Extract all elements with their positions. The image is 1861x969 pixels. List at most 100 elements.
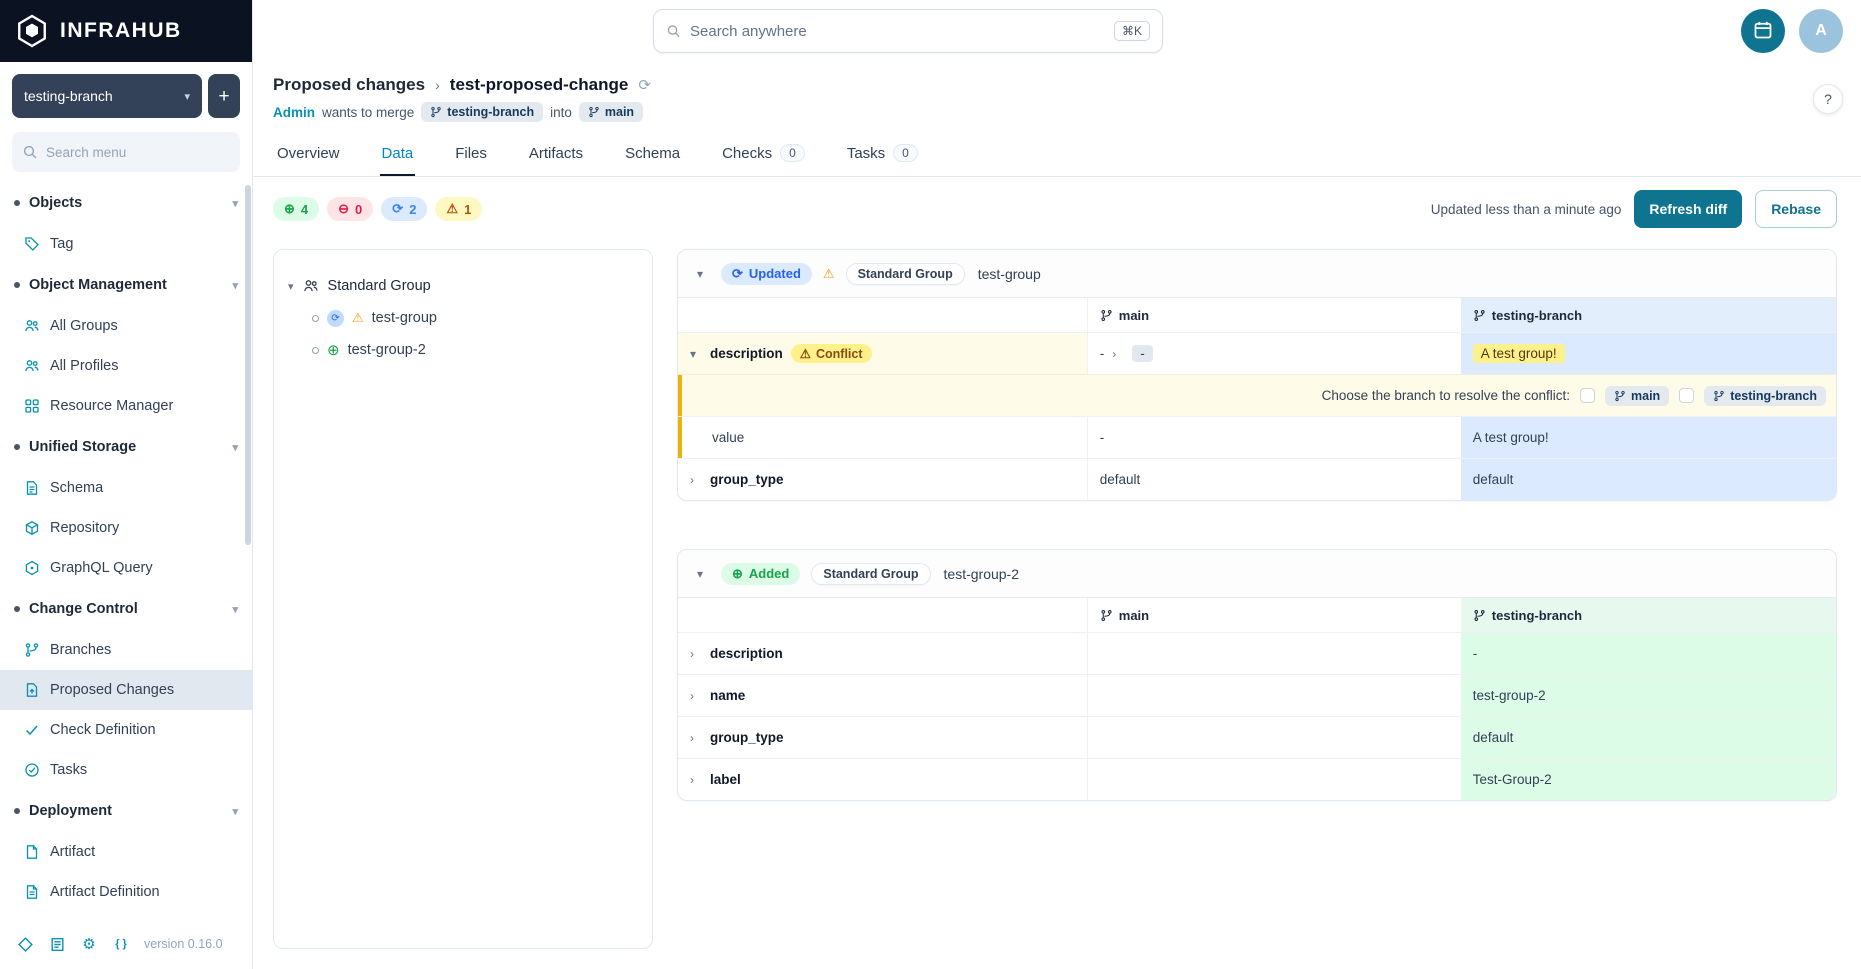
sidebar-item-all-groups[interactable]: All Groups [0,306,252,346]
diff-row-description[interactable]: › description - [678,632,1836,674]
property-cell: › name [678,675,1087,716]
sidebar-item-all-profiles[interactable]: All Profiles [0,346,252,386]
property-column-header [678,598,1087,632]
property-cell: value [678,417,1087,458]
diff-row-description[interactable]: ▾ description ⚠Conflict - › - A test gro… [678,332,1836,374]
author-link[interactable]: Admin [273,105,315,120]
tree-node-standard-group[interactable]: ▾ Standard Group [288,270,638,302]
avatar[interactable]: A [1799,9,1843,53]
branch-icon [1100,309,1113,322]
resolve-main-checkbox[interactable] [1580,388,1595,403]
tab-bar: Overview Data Files Artifacts Schema Che… [253,134,1861,177]
menu-search [12,132,240,172]
section-deployment[interactable]: Deployment ▾ [0,790,252,832]
brand-name: INFRAHUB [60,19,182,43]
updated-count: 2 [409,202,416,217]
sidebar-item-resource-manager[interactable]: Resource Manager [0,386,252,426]
sidebar-item-repository[interactable]: Repository [0,508,252,548]
tree-item-label: test-group-2 [348,342,426,358]
sidebar-item-schema[interactable]: Schema [0,468,252,508]
section-label: Unified Storage [29,439,136,455]
resolve-main-badge[interactable]: main [1605,386,1669,406]
help-button[interactable]: ? [1813,84,1843,114]
refresh-proposed-change-icon[interactable]: ⟳ [638,76,651,94]
add-branch-button[interactable]: + [208,74,240,118]
resource-manager-icon [24,398,40,414]
branch-icon [1473,609,1486,622]
tree-node-test-group[interactable]: ⟳ ⚠ test-group [312,302,638,334]
sidebar-item-branches[interactable]: Branches [0,630,252,670]
tree-node-test-group-2[interactable]: ⊕ test-group-2 [312,334,638,366]
section-object-management[interactable]: Object Management ▾ [0,264,252,306]
chevron-right-icon: › [690,647,702,661]
sidebar-item-check-definition[interactable]: Check Definition [0,710,252,750]
branch-selector[interactable]: testing-branch ▾ [12,74,202,118]
section-objects[interactable]: Objects ▾ [0,182,252,224]
sidebar-scrollbar[interactable] [245,185,251,545]
removed-count: 0 [355,202,362,217]
swagger-gear-icon[interactable]: ⚙ [80,935,98,953]
tab-label: Schema [625,145,680,162]
graphql-sandbox-icon[interactable]: { } [112,935,130,953]
diff-row-label[interactable]: › label Test-Group-2 [678,758,1836,800]
resolve-branch-checkbox[interactable] [1679,388,1694,403]
main-value-cell: - [1087,417,1461,458]
sidebar-item-artifact-definition[interactable]: Artifact Definition [0,872,252,912]
tab-tasks[interactable]: Tasks0 [845,134,920,176]
search-icon [22,144,38,160]
tab-schema[interactable]: Schema [623,134,682,176]
branch-value: default [1473,730,1514,745]
warning-icon: ⚠ [800,346,811,361]
api-explorer-icon[interactable] [16,935,34,953]
added-status-icon: ⊕ [327,341,340,359]
sidebar-item-graphql-query[interactable]: GraphQL Query [0,548,252,588]
main-value: - [1100,430,1105,445]
section-unified-storage[interactable]: Unified Storage ▾ [0,426,252,468]
tab-data[interactable]: Data [380,134,416,176]
branch-value: default [1473,472,1514,487]
diff-row-name[interactable]: › name test-group-2 [678,674,1836,716]
global-search-input[interactable] [690,23,1105,40]
rebase-button[interactable]: Rebase [1755,190,1837,228]
search-shortcut-badge: ⌘K [1114,21,1150,41]
warning-icon: ⚠ [446,201,458,217]
object-name: test-group [978,266,1041,282]
property-cell: ▾ description ⚠Conflict [678,333,1087,374]
artifact-icon [24,844,40,860]
tab-checks[interactable]: Checks0 [720,134,807,176]
diff-row-group-type[interactable]: › group_type default default [678,458,1836,500]
menu-search-input[interactable] [46,145,230,160]
tab-artifacts[interactable]: Artifacts [527,134,585,176]
sidebar-item-label: GraphQL Query [50,560,153,576]
property-cell: › label [678,759,1087,800]
branch-icon [1713,390,1725,402]
sidebar-item-proposed-changes[interactable]: Proposed Changes [0,670,252,710]
collapse-card-icon[interactable]: ▾ [690,267,710,281]
repository-icon [24,520,40,536]
column-label: testing-branch [1492,308,1582,323]
profiles-icon [24,358,40,374]
tab-overview[interactable]: Overview [275,134,342,176]
sidebar-item-tasks[interactable]: Tasks [0,750,252,790]
last-updated-text: Updated less than a minute ago [1431,202,1622,217]
chevron-right-icon: › [1112,347,1124,361]
main-column-header: main [1087,298,1461,332]
branch-icon [1100,609,1113,622]
leaf-dot-icon [312,347,319,354]
section-change-control[interactable]: Change Control ▾ [0,588,252,630]
property-cell: › group_type [678,717,1087,758]
tab-files[interactable]: Files [453,134,489,176]
branch-value-cell: A test group! [1461,333,1836,374]
documentation-icon[interactable] [48,935,66,953]
collapse-card-icon[interactable]: ▾ [690,567,710,581]
resolve-branch-badge[interactable]: testing-branch [1704,386,1826,406]
time-travel-button[interactable] [1741,9,1785,53]
diff-row-value: value - A test group! [678,416,1836,458]
sidebar-item-artifact[interactable]: Artifact [0,832,252,872]
global-search: ⌘K [653,9,1163,53]
breadcrumb-proposed-changes[interactable]: Proposed changes [273,75,425,95]
refresh-diff-button[interactable]: Refresh diff [1634,190,1742,228]
sidebar-item-tag[interactable]: Tag [0,224,252,264]
main-value-cell: - › - [1087,333,1461,374]
diff-row-group-type[interactable]: › group_type default [678,716,1836,758]
